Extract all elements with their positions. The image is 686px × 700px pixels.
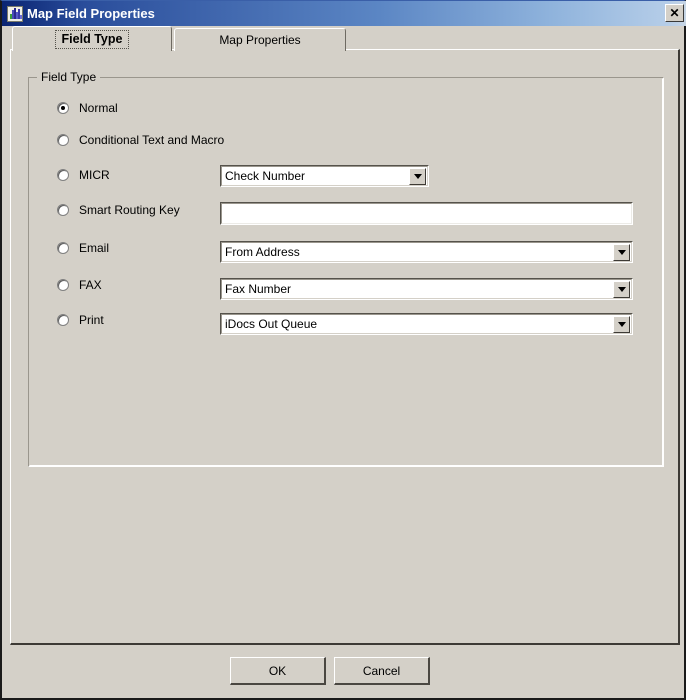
radio-micr-label: MICR bbox=[79, 168, 110, 182]
fax-combobox[interactable]: Fax Number bbox=[220, 278, 633, 300]
email-combobox-value: From Address bbox=[221, 245, 300, 259]
chevron-down-icon[interactable] bbox=[613, 316, 630, 333]
radio-micr[interactable]: MICR bbox=[57, 168, 110, 182]
fax-combobox-value: Fax Number bbox=[221, 282, 291, 296]
radio-normal[interactable]: Normal bbox=[57, 101, 118, 115]
radio-email-indicator[interactable] bbox=[57, 242, 69, 254]
chevron-down-icon[interactable] bbox=[613, 244, 630, 261]
radio-fax[interactable]: FAX bbox=[57, 278, 102, 292]
chevron-down-icon[interactable] bbox=[409, 168, 426, 185]
print-combobox[interactable]: iDocs Out Queue bbox=[220, 313, 633, 335]
radio-conditional-text-and-macro-indicator[interactable] bbox=[57, 134, 69, 146]
radio-conditional-text-and-macro[interactable]: Conditional Text and Macro bbox=[57, 133, 224, 147]
radio-conditional-text-and-macro-label: Conditional Text and Macro bbox=[79, 133, 224, 147]
radio-normal-indicator[interactable] bbox=[57, 102, 69, 114]
tab-panel-field-type: Field Type Normal Conditional Text and M… bbox=[10, 49, 680, 645]
radio-smart-routing-key[interactable]: Smart Routing Key bbox=[57, 203, 180, 217]
email-combobox[interactable]: From Address bbox=[220, 241, 633, 263]
cancel-button[interactable]: Cancel bbox=[334, 657, 430, 685]
radio-normal-label: Normal bbox=[79, 101, 118, 115]
tab-field-type-label: Field Type bbox=[55, 30, 130, 49]
radio-smart-routing-key-indicator[interactable] bbox=[57, 204, 69, 216]
radio-print[interactable]: Print bbox=[57, 313, 104, 327]
dialog-footer: OK Cancel bbox=[2, 647, 684, 697]
field-type-groupbox: Field Type Normal Conditional Text and M… bbox=[28, 77, 664, 467]
close-icon[interactable]: ✕ bbox=[665, 4, 684, 22]
tab-map-properties-label: Map Properties bbox=[215, 33, 304, 47]
tab-field-type[interactable]: Field Type bbox=[12, 26, 172, 51]
radio-print-label: Print bbox=[79, 313, 104, 327]
radio-micr-indicator[interactable] bbox=[57, 169, 69, 181]
dialog-window: Map Field Properties ✕ Field Type Map Pr… bbox=[0, 0, 686, 700]
tab-strip: Field Type Map Properties bbox=[12, 26, 678, 51]
ok-button[interactable]: OK bbox=[230, 657, 326, 685]
chart-icon bbox=[7, 6, 23, 22]
radio-email-label: Email bbox=[79, 241, 109, 255]
radio-fax-indicator[interactable] bbox=[57, 279, 69, 291]
smart-routing-key-input[interactable] bbox=[220, 202, 633, 225]
title-bar: Map Field Properties ✕ bbox=[2, 1, 686, 26]
micr-combobox[interactable]: Check Number bbox=[220, 165, 429, 187]
radio-print-indicator[interactable] bbox=[57, 314, 69, 326]
micr-combobox-value: Check Number bbox=[221, 169, 305, 183]
chevron-down-icon[interactable] bbox=[613, 281, 630, 298]
tab-map-properties[interactable]: Map Properties bbox=[174, 28, 346, 51]
window-title: Map Field Properties bbox=[27, 6, 155, 21]
print-combobox-value: iDocs Out Queue bbox=[221, 317, 317, 331]
radio-smart-routing-key-label: Smart Routing Key bbox=[79, 203, 180, 217]
radio-fax-label: FAX bbox=[79, 278, 102, 292]
groupbox-title: Field Type bbox=[37, 70, 100, 84]
radio-email[interactable]: Email bbox=[57, 241, 109, 255]
